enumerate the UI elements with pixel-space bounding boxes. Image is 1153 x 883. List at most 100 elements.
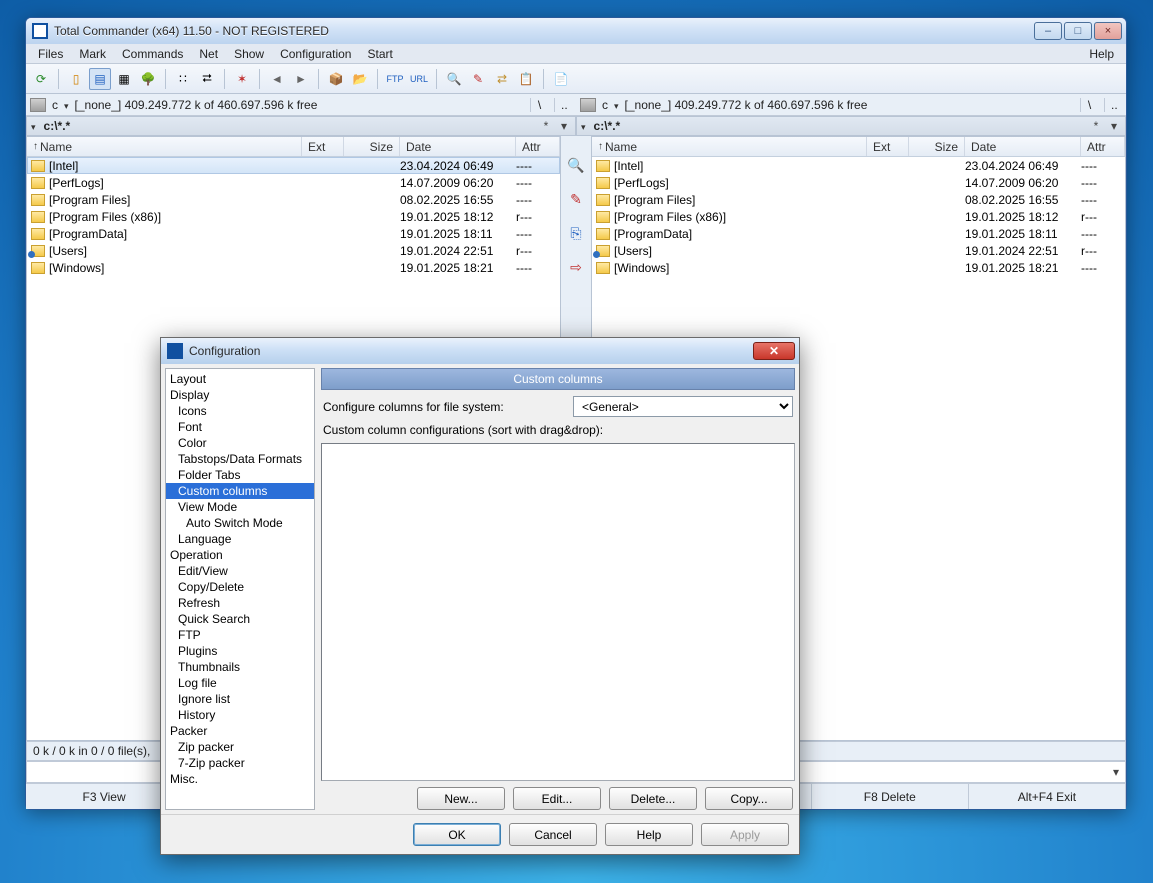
cmd-dropdown-icon[interactable]: ▾ [1113, 765, 1119, 779]
menu-start[interactable]: Start [359, 45, 400, 63]
maximize-button[interactable]: □ [1064, 22, 1092, 40]
menu-configuration[interactable]: Configuration [272, 45, 359, 63]
drive-left-root[interactable]: \ [530, 98, 548, 112]
copy-button[interactable]: Copy... [705, 787, 793, 810]
col-size-r[interactable]: Size [909, 137, 965, 156]
edit-button[interactable]: Edit... [513, 787, 601, 810]
tree-item[interactable]: Log file [166, 675, 314, 691]
mid-copy-icon[interactable]: ⎘ [567, 224, 585, 242]
dialog-close-button[interactable]: ✕ [753, 342, 795, 360]
unpack-icon[interactable]: 📂 [349, 68, 371, 90]
file-row[interactable]: [ProgramData]19.01.2025 18:11---- [592, 225, 1125, 242]
drive-right-root[interactable]: \ [1080, 98, 1098, 112]
col-attr[interactable]: Attr [516, 137, 560, 156]
delete-button[interactable]: Delete... [609, 787, 697, 810]
multirename-icon[interactable]: ✎ [467, 68, 489, 90]
notepad-icon[interactable]: 📄 [550, 68, 572, 90]
tree-item[interactable]: View Mode [166, 499, 314, 515]
tree-item[interactable]: Ignore list [166, 691, 314, 707]
tree-item[interactable]: Misc. [166, 771, 314, 787]
tree-item[interactable]: Auto Switch Mode [166, 515, 314, 531]
fkey-f8[interactable]: F8 Delete [812, 784, 969, 809]
path-left[interactable]: c:\*.* * ▾ [26, 116, 576, 136]
new-button[interactable]: New... [417, 787, 505, 810]
help-button[interactable]: Help [605, 823, 693, 846]
dialog-titlebar[interactable]: Configuration ✕ [161, 338, 799, 364]
tree-item[interactable]: Folder Tabs [166, 467, 314, 483]
drive-right-label[interactable]: c [602, 98, 608, 112]
refresh-icon[interactable]: ⟳ [30, 68, 52, 90]
ftp-icon[interactable]: FTP [384, 68, 406, 90]
col-name[interactable]: Name [27, 137, 302, 156]
file-row[interactable]: [PerfLogs]14.07.2009 06:20---- [27, 174, 560, 191]
tree-item[interactable]: Thumbnails [166, 659, 314, 675]
drive-left-dropdown[interactable] [64, 98, 69, 112]
view-full-icon[interactable]: ▤ [89, 68, 111, 90]
col-date[interactable]: Date [400, 137, 516, 156]
tree-item[interactable]: Language [166, 531, 314, 547]
tree-item[interactable]: Quick Search [166, 611, 314, 627]
tree-item[interactable]: Layout [166, 371, 314, 387]
file-row[interactable]: [Program Files]08.02.2025 16:55---- [27, 191, 560, 208]
path-right-dropdown-icon[interactable]: ▾ [1107, 119, 1121, 133]
menu-show[interactable]: Show [226, 45, 272, 63]
file-row[interactable]: [Program Files]08.02.2025 16:55---- [592, 191, 1125, 208]
invert-selection-icon[interactable]: ✶ [231, 68, 253, 90]
drive-right-up[interactable]: .. [1104, 98, 1122, 112]
menu-mark[interactable]: Mark [71, 45, 114, 63]
tree-item[interactable]: Operation [166, 547, 314, 563]
close-button[interactable]: × [1094, 22, 1122, 40]
col-ext-r[interactable]: Ext [867, 137, 909, 156]
show-hidden-icon[interactable]: ∷ [172, 68, 194, 90]
view-tree-icon[interactable]: 🌳 [137, 68, 159, 90]
pack-icon[interactable]: 📦 [325, 68, 347, 90]
copy-names-icon[interactable]: 📋 [515, 68, 537, 90]
sync-icon[interactable]: ⇄ [491, 68, 513, 90]
menu-files[interactable]: Files [30, 45, 71, 63]
file-row[interactable]: [Intel]23.04.2024 06:49---- [592, 157, 1125, 174]
file-row[interactable]: [Users]19.01.2024 22:51r--- [592, 242, 1125, 259]
file-row[interactable]: [Windows]19.01.2025 18:21---- [592, 259, 1125, 276]
view-thumbs-icon[interactable]: ▦ [113, 68, 135, 90]
tree-item[interactable]: Refresh [166, 595, 314, 611]
mid-edit-icon[interactable]: ✎ [567, 190, 585, 208]
menu-net[interactable]: Net [191, 45, 226, 63]
tree-item[interactable]: Copy/Delete [166, 579, 314, 595]
tree-item[interactable]: FTP [166, 627, 314, 643]
cancel-button[interactable]: Cancel [509, 823, 597, 846]
col-ext[interactable]: Ext [302, 137, 344, 156]
tree-item[interactable]: Edit/View [166, 563, 314, 579]
file-row[interactable]: [Program Files (x86)]19.01.2025 18:12r--… [27, 208, 560, 225]
titlebar[interactable]: Total Commander (x64) 11.50 - NOT REGIST… [26, 18, 1126, 44]
col-date-r[interactable]: Date [965, 137, 1081, 156]
menu-commands[interactable]: Commands [114, 45, 191, 63]
tree-item[interactable]: Color [166, 435, 314, 451]
path-right-star[interactable]: * [1089, 119, 1103, 133]
file-row[interactable]: [ProgramData]19.01.2025 18:11---- [27, 225, 560, 242]
tree-item[interactable]: Tabstops/Data Formats [166, 451, 314, 467]
path-left-dropdown-icon[interactable]: ▾ [557, 119, 571, 133]
tree-item[interactable]: Font [166, 419, 314, 435]
mid-move-icon[interactable]: ⇨ [567, 258, 585, 276]
back-icon[interactable]: ◄ [266, 68, 288, 90]
drive-c-icon-r[interactable] [580, 98, 596, 112]
path-left-star[interactable]: * [539, 119, 553, 133]
drive-left-up[interactable]: .. [554, 98, 572, 112]
mid-view-icon[interactable]: 🔍 [567, 156, 585, 174]
col-name-r[interactable]: Name [592, 137, 867, 156]
file-row[interactable]: [Program Files (x86)]19.01.2025 18:12r--… [592, 208, 1125, 225]
file-row[interactable]: [Intel]23.04.2024 06:49---- [27, 157, 560, 174]
path-left-expand-icon[interactable] [31, 119, 40, 133]
col-attr-r[interactable]: Attr [1081, 137, 1125, 156]
tree-item[interactable]: Zip packer [166, 739, 314, 755]
tree-item[interactable]: Icons [166, 403, 314, 419]
columns-listbox[interactable] [321, 443, 795, 781]
path-right-expand-icon[interactable] [581, 119, 590, 133]
url-icon[interactable]: URL [408, 68, 430, 90]
tree-item[interactable]: Custom columns [166, 483, 314, 499]
view-brief-icon[interactable]: ▯ [65, 68, 87, 90]
tree-item[interactable]: Packer [166, 723, 314, 739]
drive-left-label[interactable]: c [52, 98, 58, 112]
col-size[interactable]: Size [344, 137, 400, 156]
menu-help[interactable]: Help [1081, 45, 1122, 63]
